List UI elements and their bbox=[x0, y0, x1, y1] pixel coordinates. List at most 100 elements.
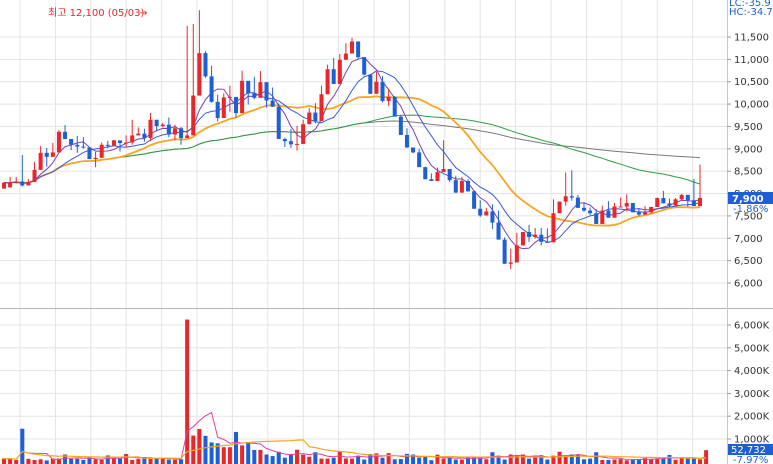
candle bbox=[496, 210, 501, 240]
volume-bar bbox=[533, 456, 538, 464]
candle bbox=[508, 248, 513, 270]
candle bbox=[56, 130, 61, 153]
candle bbox=[411, 147, 416, 154]
candle bbox=[643, 206, 648, 215]
candle bbox=[484, 207, 489, 216]
volume-tick-label: 6,000K bbox=[734, 321, 770, 332]
volume-bar bbox=[490, 452, 495, 464]
candle bbox=[75, 135, 80, 153]
volume-bar bbox=[319, 458, 324, 464]
candle bbox=[563, 172, 568, 206]
price-tick-label: 6,000 bbox=[734, 279, 763, 290]
candle bbox=[600, 205, 605, 224]
candle bbox=[191, 24, 196, 136]
volume-bar bbox=[624, 460, 629, 464]
candle bbox=[203, 51, 208, 78]
volume-tick-label: 5,000K bbox=[734, 343, 770, 354]
volume-bar bbox=[295, 449, 300, 464]
candle bbox=[655, 197, 660, 207]
volume-bar bbox=[130, 459, 135, 464]
candle bbox=[478, 200, 483, 217]
volume-bar bbox=[240, 445, 245, 464]
candle bbox=[8, 176, 13, 188]
volume-bar bbox=[581, 459, 587, 464]
volume-bar bbox=[459, 459, 464, 464]
volume-bar bbox=[557, 451, 562, 464]
candle bbox=[612, 202, 617, 218]
candle bbox=[282, 137, 287, 148]
volume-change-label: -7.97% bbox=[733, 455, 768, 464]
candle bbox=[349, 37, 355, 54]
candle bbox=[197, 10, 202, 96]
volume-bar bbox=[441, 458, 446, 464]
candle bbox=[581, 203, 587, 212]
volume-axis: 6,000K 5,000K 4,000K 3,000K 2,000K 1,000K bbox=[727, 321, 770, 446]
volume-bar bbox=[673, 459, 678, 464]
price-tick-label: 10,000 bbox=[734, 100, 769, 111]
candle bbox=[50, 143, 55, 157]
price-tick-label: 6,500 bbox=[734, 256, 763, 267]
volume-bar bbox=[429, 460, 434, 464]
candle bbox=[87, 147, 92, 160]
volume-bar bbox=[252, 449, 257, 464]
candle bbox=[63, 125, 68, 140]
volume-bar bbox=[166, 459, 171, 464]
volume-bar bbox=[325, 458, 330, 464]
volume-tick-label: 1,000K bbox=[734, 435, 770, 446]
price-tick-label: 11,500 bbox=[734, 33, 769, 44]
candle bbox=[209, 65, 214, 103]
candle bbox=[374, 71, 379, 94]
candle bbox=[276, 103, 281, 139]
candle bbox=[258, 70, 263, 98]
price-candles bbox=[1, 10, 703, 270]
candle bbox=[630, 202, 635, 213]
volume-moving-averages bbox=[3, 411, 707, 461]
candle bbox=[307, 108, 312, 125]
volume-bar bbox=[203, 435, 208, 464]
volume-bar bbox=[380, 457, 385, 464]
volume-bar bbox=[667, 454, 672, 464]
volume-bar bbox=[136, 459, 141, 464]
volume-bar bbox=[392, 459, 397, 464]
candle bbox=[142, 128, 147, 142]
candle bbox=[362, 57, 367, 76]
volume-bar bbox=[117, 458, 123, 464]
volume-bar bbox=[69, 458, 74, 464]
volume-bar bbox=[423, 457, 428, 464]
volume-bar bbox=[75, 458, 80, 464]
volume-bar bbox=[270, 456, 275, 464]
volume-bar bbox=[1, 458, 7, 464]
volume-tick-label: 2,000K bbox=[734, 412, 770, 423]
peak-arrow-icon: → bbox=[139, 8, 147, 19]
volume-bar bbox=[697, 459, 703, 464]
candle bbox=[392, 96, 397, 117]
volume-bar bbox=[594, 452, 599, 464]
volume-bar bbox=[160, 458, 165, 464]
volume-bar bbox=[679, 457, 684, 464]
volume-bar bbox=[111, 458, 116, 464]
candle bbox=[661, 190, 666, 204]
volume-bar bbox=[655, 458, 660, 464]
volume-bar bbox=[282, 457, 287, 464]
candle bbox=[246, 80, 251, 105]
volume-bar bbox=[172, 459, 177, 464]
price-tick-label: 7,000 bbox=[734, 234, 763, 245]
ma20-line bbox=[3, 95, 701, 227]
candle bbox=[44, 147, 49, 167]
price-tick-label: 8,500 bbox=[734, 167, 763, 178]
price-change-label: -1.86% bbox=[733, 204, 768, 215]
volume-bar bbox=[209, 442, 214, 464]
candle bbox=[221, 93, 226, 118]
volume-bar bbox=[227, 447, 232, 464]
volume-bar bbox=[386, 453, 391, 464]
volume-bar bbox=[8, 458, 13, 464]
volume-tick-label: 4,000K bbox=[734, 366, 770, 377]
candle bbox=[368, 74, 373, 94]
candle bbox=[233, 96, 239, 118]
candle bbox=[252, 76, 257, 100]
candle bbox=[502, 237, 507, 264]
candle bbox=[319, 85, 324, 122]
volume-bars bbox=[1, 319, 709, 464]
candle bbox=[14, 176, 19, 184]
candle bbox=[38, 146, 43, 170]
